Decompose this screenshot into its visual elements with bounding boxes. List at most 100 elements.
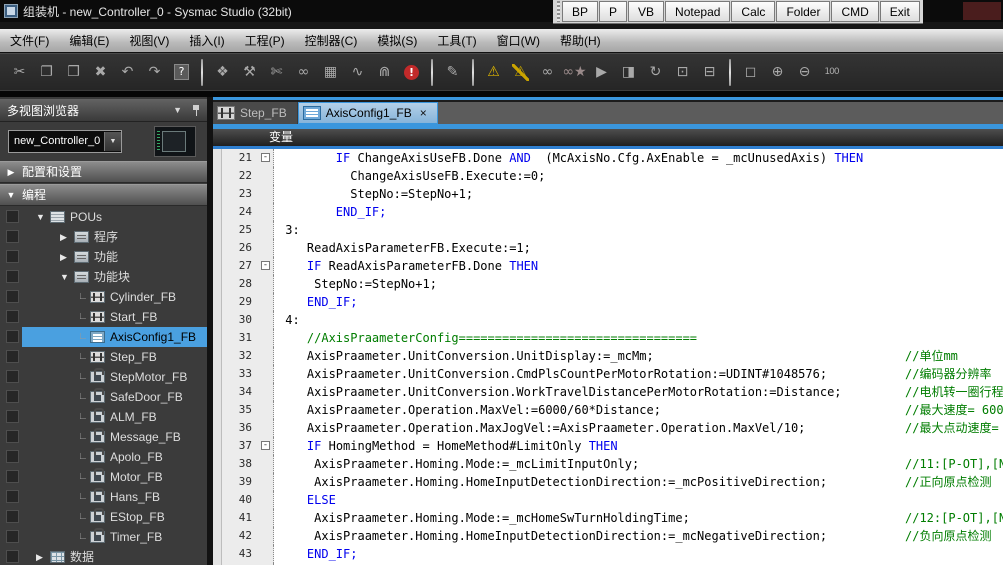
undo-button[interactable]: ↶ [114,59,141,86]
transfer-from-controller-button[interactable]: ⊟ [696,59,723,86]
variable-usage-button[interactable]: ∿ [344,59,371,86]
editor-left-scrollbar[interactable] [213,149,222,565]
code-line-30[interactable]: 30 4: [222,311,1003,329]
menu-item-5[interactable]: 控制器(C) [295,30,368,52]
variables-collapsed-bar[interactable]: 变量 [213,129,1003,146]
fold-toggle-icon[interactable]: - [261,441,270,450]
cut-button[interactable]: ✂ [6,59,33,86]
go-offline-button[interactable]: ⚠ [507,59,534,86]
code-line-42[interactable]: 42 AxisPraameter.Homing.HomeInputDetecti… [222,527,1003,545]
menu-item-9[interactable]: 帮助(H) [550,30,611,52]
transfer-to-controller-button[interactable]: ⊡ [669,59,696,86]
tree-item-hans_fb[interactable]: ∟Hans_FB [0,487,207,507]
menu-item-3[interactable]: 插入(I) [179,30,234,52]
synchronize-button[interactable]: ↻ [642,59,669,86]
chevron-closed-icon[interactable]: ▶ [0,162,22,182]
redo-button[interactable]: ↷ [141,59,168,86]
taskbar-grip[interactable] [557,1,560,22]
chevron-closed-icon[interactable]: ▶ [60,227,74,247]
code-line-24[interactable]: 24 END_IF; [222,203,1003,221]
tree-item-alm_fb[interactable]: ∟ALM_FB [0,407,207,427]
multiview-explorer-header[interactable]: 多视图浏览器 ▼ [0,99,207,122]
code-line-27[interactable]: 27- IF ReadAxisParameterFB.Done THEN [222,257,1003,275]
program-mode-button[interactable]: ◨ [615,59,642,86]
taskbar-button-calc[interactable]: Calc [731,1,775,22]
chevron-open-icon[interactable]: ▼ [60,267,74,287]
code-line-40[interactable]: 40 ELSE [222,491,1003,509]
taskbar-button-vb[interactable]: VB [628,1,664,22]
tree-section-0[interactable]: ▶配置和设置 [0,161,207,183]
chevron-open-icon[interactable]: ▼ [0,185,22,205]
tree-item-message_fb[interactable]: ∟Message_FB [0,427,207,447]
run-mode-button[interactable]: ▶ [588,59,615,86]
tree-item--[interactable]: ▼功能块 [0,267,207,287]
tree-item-axisconfig1_fb[interactable]: ∟AxisConfig1_FB [0,327,207,347]
code-line-39[interactable]: 39 AxisPraameter.Homing.HomeInputDetecti… [222,473,1003,491]
menu-item-8[interactable]: 窗口(W) [487,30,550,52]
menu-item-0[interactable]: 文件(F) [0,30,59,52]
zoom-out-button[interactable]: ⊖ [791,59,818,86]
taskbar-button-folder[interactable]: Folder [776,1,830,22]
tree-item-step_fb[interactable]: ∟Step_FB [0,347,207,367]
tree-item-safedoor_fb[interactable]: ∟SafeDoor_FB [0,387,207,407]
tree-item--[interactable]: ▶数据 [0,547,207,565]
menu-item-4[interactable]: 工程(P) [235,30,295,52]
menu-item-7[interactable]: 工具(T) [427,30,486,52]
edit-mode-button[interactable]: ✎ [439,59,466,86]
help-button[interactable]: ? [168,59,195,86]
pin-icon[interactable] [192,105,200,116]
tree-item--[interactable]: ▶程序 [0,227,207,247]
check-program-button[interactable]: ∞ [290,59,317,86]
code-line-23[interactable]: 23 StepNo:=StepNo+1; [222,185,1003,203]
fit-zoom-button[interactable]: ◻ [737,59,764,86]
tree-item-timer_fb[interactable]: ∟Timer_FB [0,527,207,547]
code-line-35[interactable]: 35 AxisPraameter.Operation.MaxVel:=6000/… [222,401,1003,419]
tree-item--[interactable]: ▶功能 [0,247,207,267]
code-line-41[interactable]: 41 AxisPraameter.Homing.Mode:=_mcHomeSwT… [222,509,1003,527]
fold-toggle-icon[interactable]: - [261,153,270,162]
code-line-38[interactable]: 38 AxisPraameter.Homing.Mode:=_mcLimitIn… [222,455,1003,473]
taskbar-button-bp[interactable]: BP [562,1,598,22]
fold-toggle-icon[interactable]: - [261,261,270,270]
delete-button[interactable]: ✖ [87,59,114,86]
taskbar-button-cmd[interactable]: CMD [831,1,878,22]
code-line-37[interactable]: 37- IF HomingMethod = HomeMethod#LimitOn… [222,437,1003,455]
code-line-28[interactable]: 28 StepNo:=StepNo+1; [222,275,1003,293]
monitor-button[interactable]: ∞ [534,59,561,86]
tab-axisconfig1_fb[interactable]: AxisConfig1_FB× [298,102,438,124]
chevron-closed-icon[interactable]: ▶ [36,547,50,565]
chevron-open-icon[interactable]: ▼ [36,207,50,227]
go-online-button[interactable]: ⚠ [480,59,507,86]
code-line-32[interactable]: 32 AxisPraameter.UnitConversion.UnitDisp… [222,347,1003,365]
tree-item-apolo_fb[interactable]: ∟Apolo_FB [0,447,207,467]
code-line-22[interactable]: 22 ChangeAxisUseFB.Execute:=0; [222,167,1003,185]
taskbar-button-p[interactable]: P [599,1,627,22]
tree-item-pous[interactable]: ▼POUs [0,207,207,227]
controller-dropdown[interactable]: new_Controller_0 ▼ [8,130,122,153]
code-line-31[interactable]: 31 //AxisPraameterConfig================… [222,329,1003,347]
tree-section-1[interactable]: ▼编程 [0,184,207,206]
tree-item-motor_fb[interactable]: ∟Motor_FB [0,467,207,487]
chevron-closed-icon[interactable]: ▶ [60,247,74,267]
code-line-26[interactable]: 26 ReadAxisParameterFB.Execute:=1; [222,239,1003,257]
chevron-down-icon[interactable]: ▼ [173,105,182,115]
zoom-100-button[interactable]: 100 [818,59,845,86]
search-button[interactable]: ⋒ [371,59,398,86]
close-icon[interactable]: × [420,106,427,120]
zoom-in-button[interactable]: ⊕ [764,59,791,86]
check-all-programs-button[interactable]: ▦ [317,59,344,86]
taskbar-button-notepad[interactable]: Notepad [665,1,730,22]
st-code-editor[interactable]: 21- IF ChangeAxisUseFB.Done AND (McAxisN… [213,149,1003,565]
code-area[interactable]: 21- IF ChangeAxisUseFB.Done AND (McAxisN… [222,149,1003,565]
code-line-25[interactable]: 25 3: [222,221,1003,239]
tree-item-estop_fb[interactable]: ∟EStop_FB [0,507,207,527]
project-window-button[interactable]: ❖ [209,59,236,86]
code-line-34[interactable]: 34 AxisPraameter.UnitConversion.WorkTrav… [222,383,1003,401]
dropdown-arrow-icon[interactable]: ▼ [104,132,121,151]
rebuild-button[interactable]: ✄ [263,59,290,86]
menu-item-1[interactable]: 编辑(E) [59,30,119,52]
tree-item-start_fb[interactable]: ∟Start_FB [0,307,207,327]
copy-button[interactable]: ❐ [33,59,60,86]
tab-step_fb[interactable]: Step_FB [213,102,298,124]
tree-item-stepmotor_fb[interactable]: ∟StepMotor_FB [0,367,207,387]
